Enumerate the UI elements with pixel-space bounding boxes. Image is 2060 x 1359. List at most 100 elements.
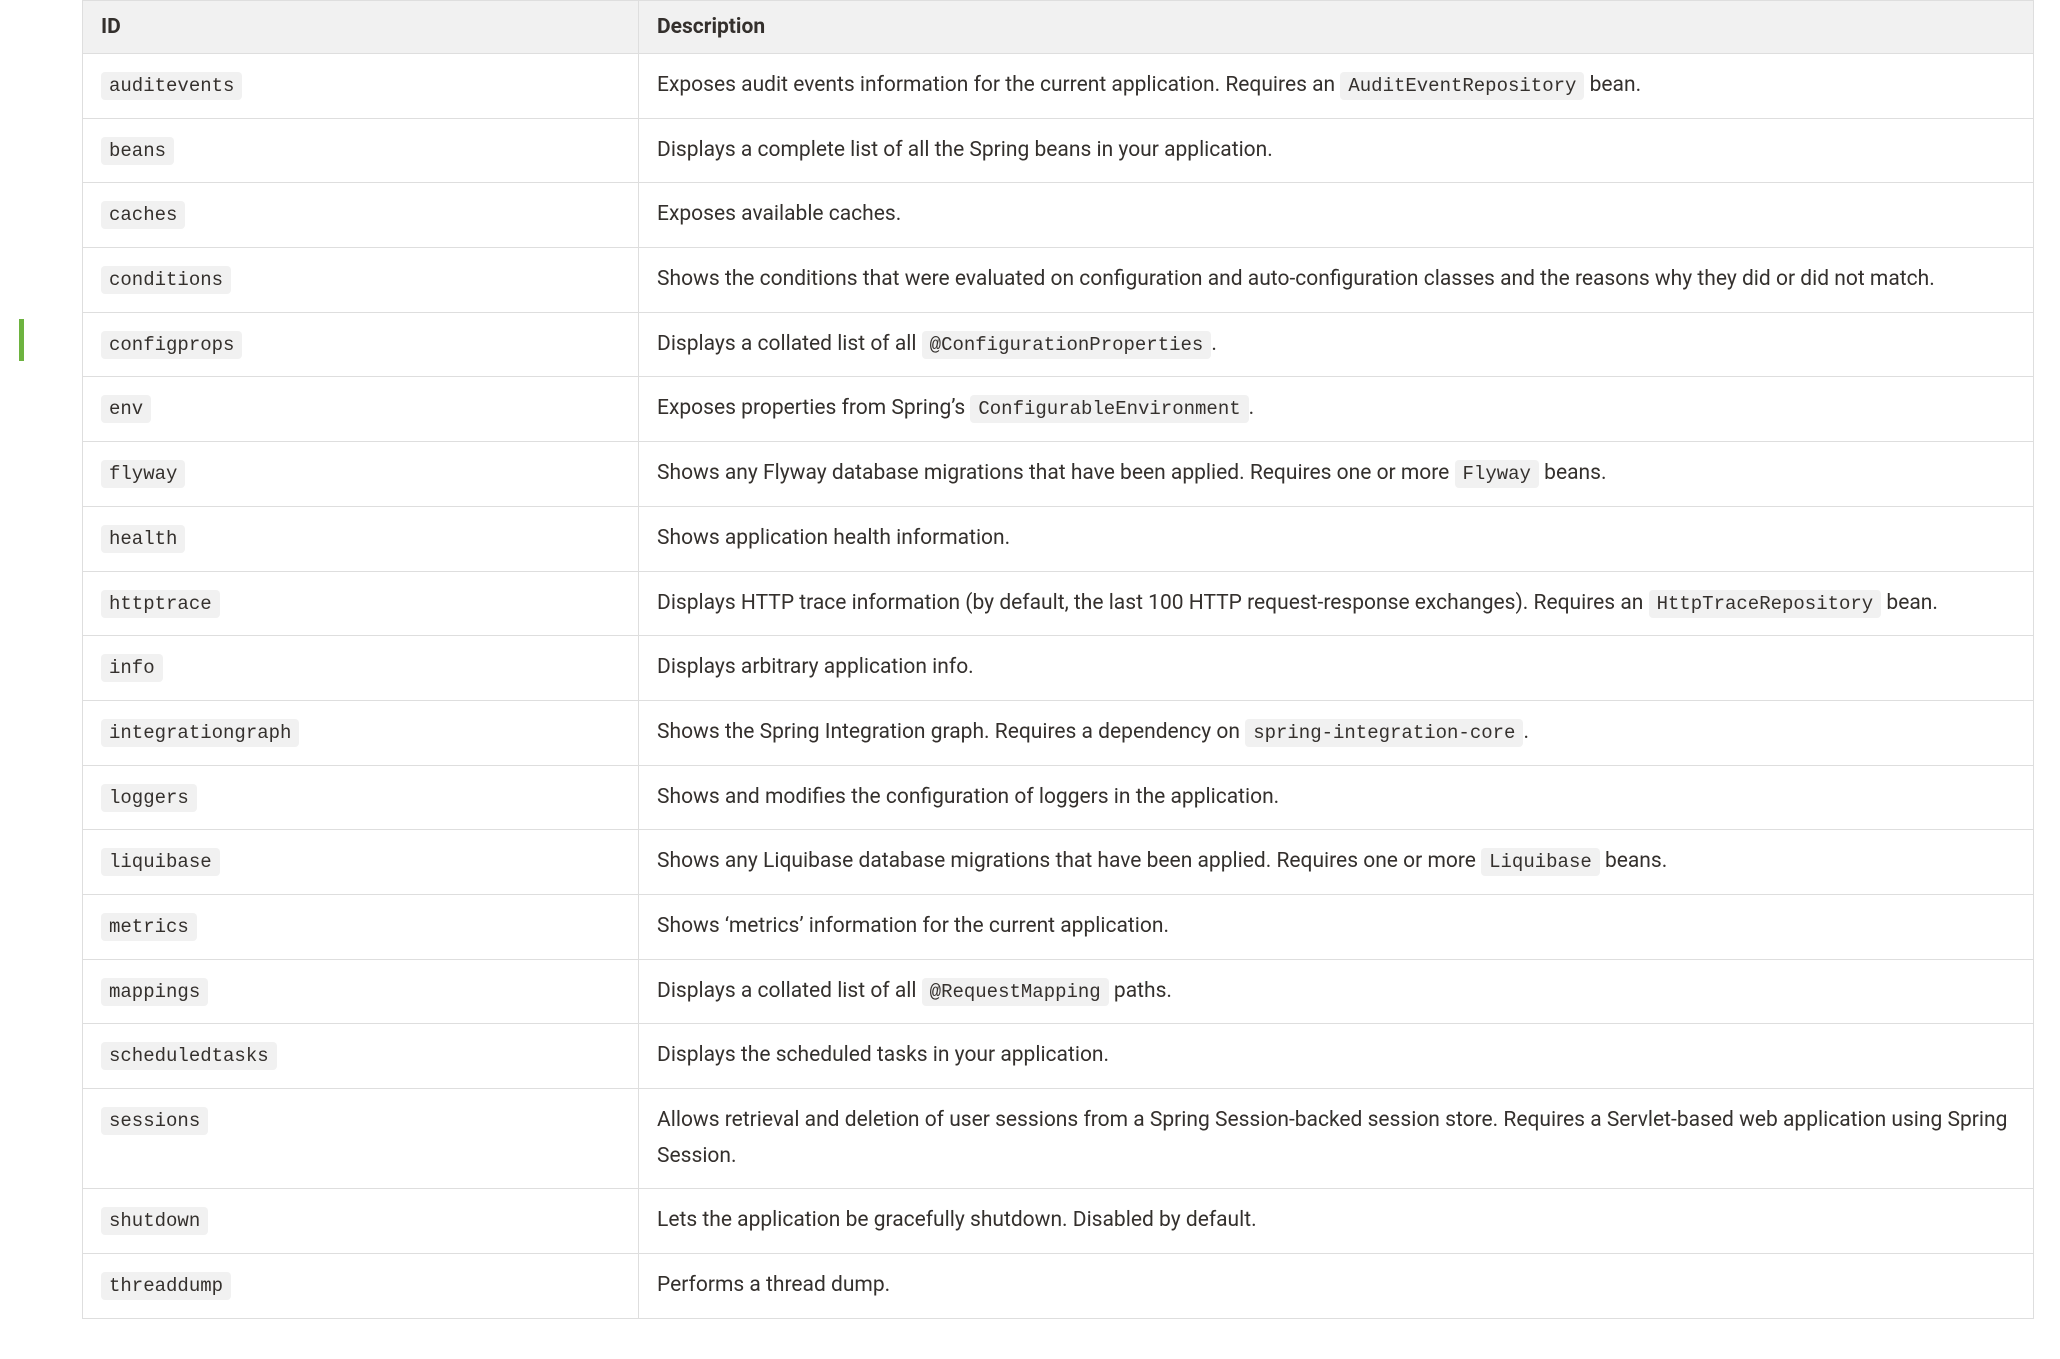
- endpoint-id: loggers: [101, 784, 197, 812]
- table-row: httptraceDisplays HTTP trace information…: [83, 571, 2034, 636]
- table-row: env Exposes properties from Spring’s Conf…: [83, 377, 2034, 442]
- table-row: sessions Allows retrieval and deletion of…: [83, 1089, 2034, 1189]
- endpoint-id: conditions: [101, 266, 231, 294]
- description-text: Shows any Liquibase database migrations …: [657, 849, 1481, 873]
- endpoints-table: ID Description auditevents Exposes audit …: [82, 0, 2034, 1319]
- table-header-description: Description: [639, 1, 2034, 54]
- table-row: mappingsDisplays a collated list of all …: [83, 959, 2034, 1024]
- endpoint-id-cell: flyway: [83, 442, 639, 507]
- description-text: Performs a thread dump.: [657, 1273, 890, 1297]
- endpoint-id: integrationgraph: [101, 719, 299, 747]
- description-text: Displays a collated list of all: [657, 332, 922, 356]
- endpoint-id-cell: liquibase: [83, 830, 639, 895]
- endpoint-id-cell: conditions: [83, 248, 639, 313]
- endpoint-description-cell: Displays HTTP trace information (by defa…: [639, 571, 2034, 636]
- endpoint-id: sessions: [101, 1107, 208, 1135]
- endpoint-id: liquibase: [101, 848, 220, 876]
- table-row: integrationgraph Shows the Spring Integra…: [83, 700, 2034, 765]
- description-text: Shows ‘metrics’ information for the curr…: [657, 914, 1169, 938]
- table-row: configprops Displays a collated list of a…: [83, 312, 2034, 377]
- table-row: flyway Shows any Flyway database migratio…: [83, 442, 2034, 507]
- description-text: bean.: [1584, 73, 1641, 97]
- endpoint-description-cell: Shows ‘metrics’ information for the curr…: [639, 894, 2034, 959]
- endpoint-description-cell: Shows any Flyway database migrations tha…: [639, 442, 2034, 507]
- table-row: scheduledtasks Displays the scheduled tas…: [83, 1024, 2034, 1089]
- endpoint-id-cell: sessions: [83, 1089, 639, 1189]
- endpoint-id-cell: caches: [83, 183, 639, 248]
- endpoint-description-cell: Exposes available caches.: [639, 183, 2034, 248]
- table-row: caches Exposes available caches.: [83, 183, 2034, 248]
- table-row: health Shows application health informati…: [83, 506, 2034, 571]
- endpoint-description-cell: Shows any Liquibase database migrations …: [639, 830, 2034, 895]
- endpoint-id-cell: auditevents: [83, 54, 639, 119]
- endpoint-id: health: [101, 525, 185, 553]
- inline-code: ConfigurableEnvironment: [970, 395, 1248, 423]
- endpoint-id-cell: threaddump: [83, 1254, 639, 1319]
- description-text: Displays a complete list of all the Spri…: [657, 138, 1273, 162]
- inline-code: HttpTraceRepository: [1649, 590, 1882, 618]
- endpoint-id-cell: info: [83, 636, 639, 701]
- inline-code: AuditEventRepository: [1340, 72, 1584, 100]
- description-text: Exposes available caches.: [657, 202, 901, 226]
- endpoint-id: scheduledtasks: [101, 1042, 277, 1070]
- endpoint-id: mappings: [101, 978, 208, 1006]
- table-row: shutdown Lets the application be graceful…: [83, 1189, 2034, 1254]
- table-row: loggers Shows and modifies the configurat…: [83, 765, 2034, 830]
- endpoint-description-cell: Lets the application be gracefully shutd…: [639, 1189, 2034, 1254]
- endpoint-description-cell: Displays a complete list of all the Spri…: [639, 118, 2034, 183]
- endpoint-id: caches: [101, 201, 185, 229]
- table-row: threaddump Performs a thread dump.: [83, 1254, 2034, 1319]
- endpoint-id-cell: configprops: [83, 312, 639, 377]
- page-root: ID Description auditevents Exposes audit …: [0, 0, 2060, 1359]
- description-text: .: [1249, 396, 1255, 420]
- endpoint-id: info: [101, 654, 163, 682]
- endpoint-description-cell: Displays a collated list of all @Configu…: [639, 312, 2034, 377]
- endpoint-description-cell: Shows and modifies the configuration of …: [639, 765, 2034, 830]
- description-text: .: [1523, 720, 1529, 744]
- endpoint-id-cell: beans: [83, 118, 639, 183]
- endpoint-id: configprops: [101, 331, 242, 359]
- description-text: .: [1211, 332, 1217, 356]
- endpoint-description-cell: Shows the conditions that were evaluated…: [639, 248, 2034, 313]
- endpoint-id-cell: scheduledtasks: [83, 1024, 639, 1089]
- description-text: beans.: [1600, 849, 1668, 873]
- endpoint-id-cell: integrationgraph: [83, 700, 639, 765]
- endpoint-description-cell: Shows the Spring Integration graph. Requ…: [639, 700, 2034, 765]
- table-body: auditevents Exposes audit events informat…: [83, 54, 2034, 1319]
- endpoint-description-cell: Allows retrieval and deletion of user se…: [639, 1089, 2034, 1189]
- endpoint-description-cell: Exposes audit events information for the…: [639, 54, 2034, 119]
- table-row: beans Displays a complete list of all the…: [83, 118, 2034, 183]
- endpoint-id-cell: metrics: [83, 894, 639, 959]
- description-text: Exposes properties from Spring’s: [657, 396, 970, 420]
- endpoint-description-cell: Displays arbitrary application info.: [639, 636, 2034, 701]
- description-text: Shows the conditions that were evaluated…: [657, 267, 1935, 291]
- inline-code: Flyway: [1455, 460, 1539, 488]
- table-row: auditevents Exposes audit events informat…: [83, 54, 2034, 119]
- description-text: Allows retrieval and deletion of user se…: [657, 1108, 2007, 1168]
- endpoint-id: flyway: [101, 460, 185, 488]
- endpoint-id: env: [101, 395, 151, 423]
- description-text: Shows the Spring Integration graph. Requ…: [657, 720, 1245, 744]
- table-header-id: ID: [83, 1, 639, 54]
- endpoint-id: shutdown: [101, 1207, 208, 1235]
- endpoint-id-cell: loggers: [83, 765, 639, 830]
- endpoint-description-cell: Shows application health information.: [639, 506, 2034, 571]
- inline-code: @ConfigurationProperties: [922, 331, 1212, 359]
- endpoint-id-cell: shutdown: [83, 1189, 639, 1254]
- table-row: conditions Shows the conditions that were…: [83, 248, 2034, 313]
- description-text: bean.: [1881, 591, 1938, 615]
- section-marker: [19, 319, 24, 361]
- endpoint-id: auditevents: [101, 72, 242, 100]
- endpoint-id-cell: mappings: [83, 959, 639, 1024]
- description-text: Shows any Flyway database migrations tha…: [657, 461, 1455, 485]
- table-row: metrics Shows ‘metrics’ information for t…: [83, 894, 2034, 959]
- table-row: liquibase Shows any Liquibase database mi…: [83, 830, 2034, 895]
- endpoint-id-cell: health: [83, 506, 639, 571]
- description-text: beans.: [1539, 461, 1607, 485]
- description-text: Displays the scheduled tasks in your app…: [657, 1043, 1109, 1067]
- description-text: Shows and modifies the configuration of …: [657, 785, 1279, 809]
- inline-code: @RequestMapping: [922, 978, 1109, 1006]
- endpoint-id-cell: httptrace: [83, 571, 639, 636]
- description-text: Lets the application be gracefully shutd…: [657, 1208, 1257, 1232]
- description-text: Exposes audit events information for the…: [657, 73, 1340, 97]
